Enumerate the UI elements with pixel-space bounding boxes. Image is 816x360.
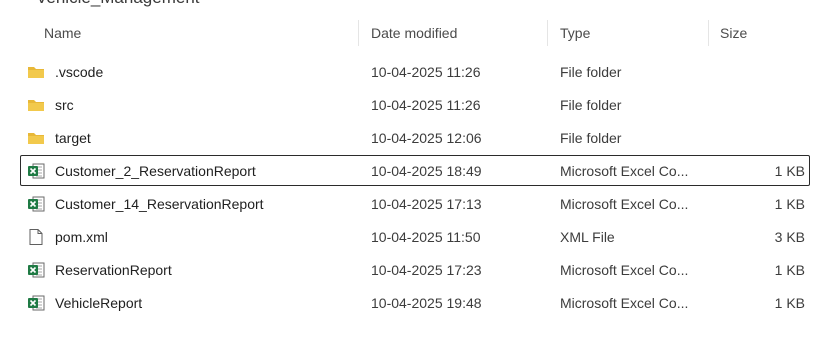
file-type: File folder	[560, 130, 622, 146]
excel-icon	[27, 195, 45, 213]
column-separator[interactable]	[708, 20, 709, 46]
column-separator[interactable]	[358, 20, 359, 46]
column-header-date-modified[interactable]: Date modified	[371, 22, 457, 44]
column-header-name[interactable]: Name	[44, 22, 81, 44]
file-icon	[27, 228, 45, 246]
file-row[interactable]: VehicleReport 10-04-2025 19:48 Microsoft E…	[0, 287, 816, 320]
file-date-modified: 10-04-2025 17:23	[371, 262, 482, 278]
file-row[interactable]: Customer_2_ReservationReport 10-04-2025 1…	[0, 155, 816, 188]
file-date-modified: 10-04-2025 19:48	[371, 295, 482, 311]
file-date-modified: 10-04-2025 11:50	[371, 229, 481, 245]
file-name: src	[55, 97, 74, 113]
excel-icon	[27, 294, 45, 312]
file-type: Microsoft Excel Co...	[560, 196, 689, 212]
file-row[interactable]: src 10-04-2025 11:26 File folder	[0, 89, 816, 122]
file-date-modified: 10-04-2025 11:26	[371, 97, 481, 113]
file-name: Customer_2_ReservationReport	[55, 163, 256, 179]
file-type: Microsoft Excel Co...	[560, 163, 689, 179]
column-header-size[interactable]: Size	[720, 22, 747, 44]
file-size: 3 KB	[774, 229, 805, 245]
file-type: File folder	[560, 97, 622, 113]
file-type: Microsoft Excel Co...	[560, 295, 689, 311]
excel-icon	[27, 162, 45, 180]
file-name: Customer_14_ReservationReport	[55, 196, 264, 212]
file-row[interactable]: .vscode 10-04-2025 11:26 File folder	[0, 56, 816, 89]
file-explorer: Vehicle_Management Name Date modified Ty…	[0, 0, 816, 360]
file-date-modified: 10-04-2025 18:49	[371, 163, 482, 179]
folder-icon	[27, 63, 45, 81]
column-header-row: Name Date modified Type Size	[0, 18, 816, 48]
excel-icon	[27, 261, 45, 279]
file-row[interactable]: ReservationReport 10-04-2025 17:23 Microso…	[0, 254, 816, 287]
file-name: VehicleReport	[55, 295, 143, 311]
file-size: 1 KB	[774, 163, 805, 179]
file-row[interactable]: Customer_14_ReservationReport 10-04-2025 …	[0, 188, 816, 221]
file-type: XML File	[560, 229, 615, 245]
folder-icon	[27, 129, 45, 147]
column-separator[interactable]	[547, 20, 548, 46]
file-name: target	[55, 130, 91, 146]
file-name: pom.xml	[55, 229, 108, 245]
file-size: 1 KB	[774, 196, 805, 212]
file-date-modified: 10-04-2025 11:26	[371, 64, 481, 80]
file-date-modified: 10-04-2025 12:06	[371, 130, 482, 146]
folder-icon	[27, 96, 45, 114]
clipped-path-title: Vehicle_Management	[36, 0, 200, 8]
file-row[interactable]: target 10-04-2025 12:06 File folder	[0, 122, 816, 155]
file-name: ReservationReport	[55, 262, 172, 278]
file-type: File folder	[560, 64, 622, 80]
file-date-modified: 10-04-2025 17:13	[371, 196, 482, 212]
column-header-type[interactable]: Type	[560, 22, 590, 44]
file-row[interactable]: pom.xml 10-04-2025 11:50 XML File 3 KB	[0, 221, 816, 254]
file-type: Microsoft Excel Co...	[560, 262, 689, 278]
file-size: 1 KB	[774, 295, 805, 311]
file-name: .vscode	[55, 64, 104, 80]
file-list: .vscode 10-04-2025 11:26 File folder src 10-…	[0, 56, 816, 320]
file-size: 1 KB	[774, 262, 805, 278]
